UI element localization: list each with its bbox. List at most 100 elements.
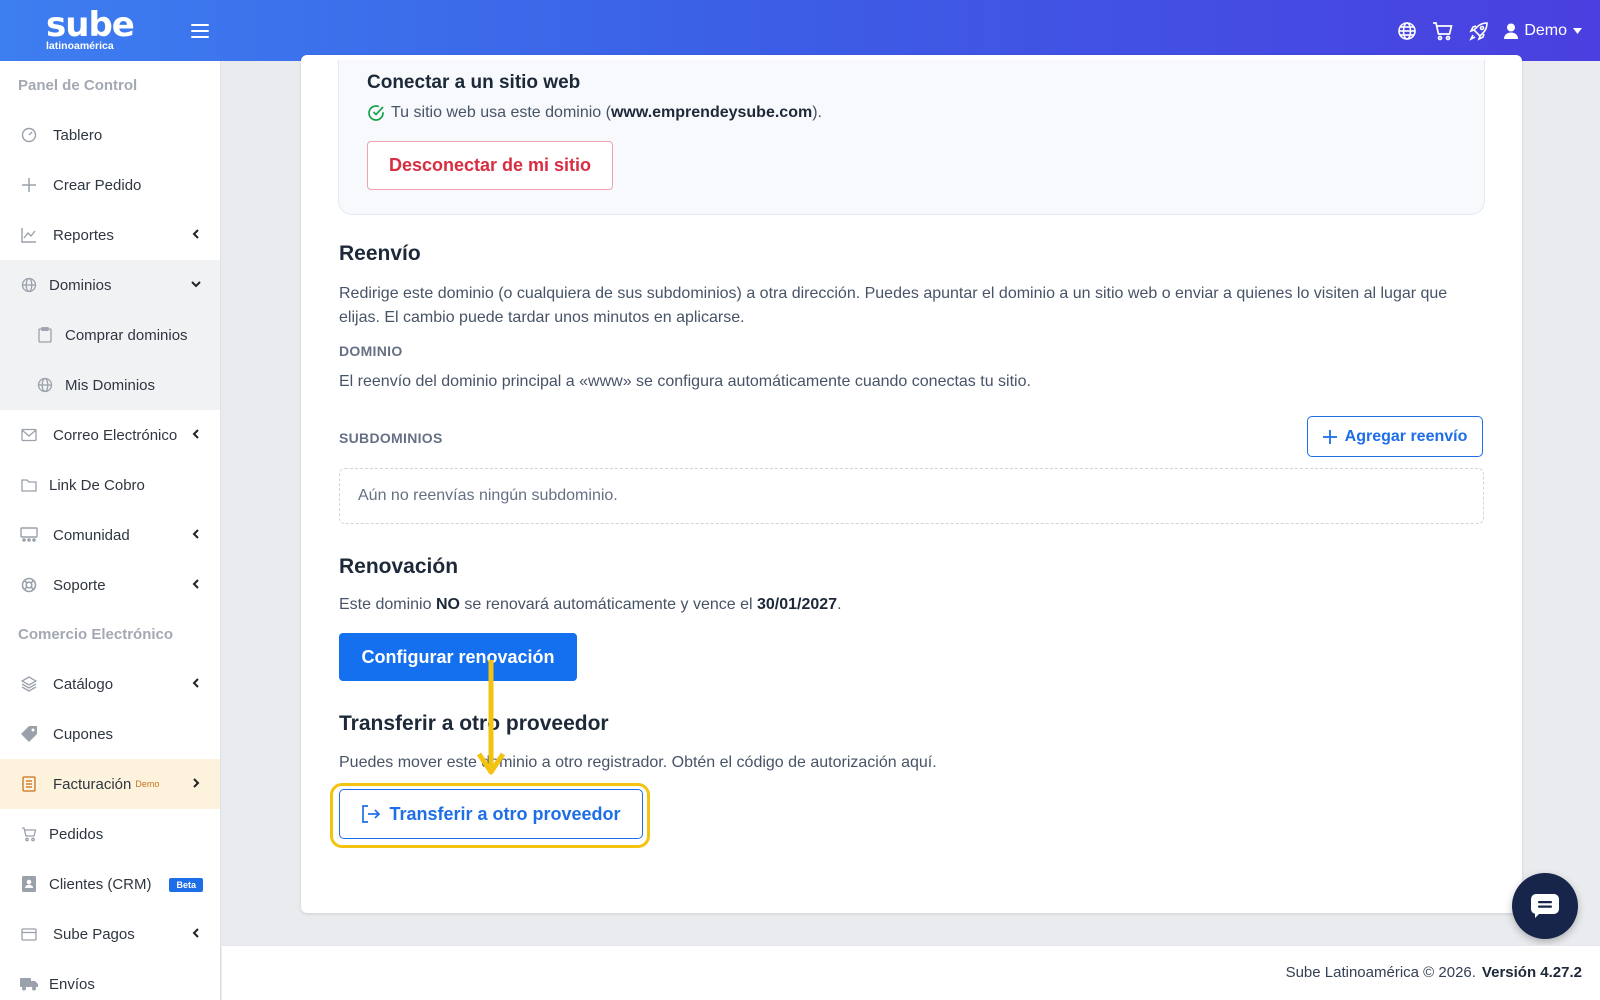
sidebar-item-label: Facturación [53,775,132,793]
sidebar-item-mis-dominios[interactable]: Mis Dominios [0,360,220,410]
transfer-title: Transferir a otro proveedor [339,712,609,735]
sidebar-item-label: Envíos [49,975,95,993]
cart-icon[interactable] [1432,20,1454,42]
invoice-icon [20,775,38,793]
sidebar-item-comunidad[interactable]: Comunidad [0,510,220,560]
add-forwarding-button[interactable]: Agregar reenvío [1307,416,1483,457]
sidebar-item-pedidos[interactable]: Pedidos [0,809,220,859]
sidebar-item-label: Mis Dominios [65,376,156,394]
forwarding-title: Reenvío [339,242,421,265]
community-icon [20,526,38,544]
sidebar-item-label: Crear Pedido [53,176,142,194]
globe-icon [36,376,54,394]
transfer-description: Puedes mover este dominio a otro registr… [339,754,937,771]
logo-main: sube [46,5,135,45]
sidebar-section-ecommerce: Comercio Electrónico [18,626,174,643]
sidebar-item-envios[interactable]: Envíos [0,959,220,1000]
dashboard-icon [20,126,38,144]
globe-icon[interactable] [1396,20,1418,42]
top-navbar: sube latinoamérica Demo [0,0,1600,61]
sidebar-item-clientes[interactable]: Clientes (CRM) Beta [0,859,220,909]
footer: Sube Latinoamérica © 2026. Versión 4.27.2 [222,945,1600,1000]
sidebar-item-facturacion[interactable]: Facturación Demo [0,759,220,809]
plus-icon [1322,429,1337,444]
sidebar-item-label: Comprar dominios [65,326,188,344]
renewal-text-after: . [837,596,842,613]
demo-badge: Demo [135,779,160,789]
sidebar-item-label: Link De Cobro [49,476,145,494]
sidebar-item-label: Soporte [53,576,106,594]
globe-icon [20,276,38,294]
annotation-arrow-icon [476,660,506,775]
chevron-left-icon [192,529,199,539]
expiry-date: 30/01/2027 [756,596,838,613]
chevron-down-icon [191,281,201,288]
chevron-left-icon [192,579,199,589]
sidebar-item-dominios[interactable]: Dominios [0,260,220,310]
sidebar-section-panel: Panel de Control [18,77,138,94]
footer-copyright: Sube Latinoamérica © 2026. [1285,964,1476,981]
sidebar-item-soporte[interactable]: Soporte [0,560,220,610]
sidebar-item-label: Catálogo [53,675,114,693]
lifebuoy-icon [20,576,38,594]
chat-widget-button[interactable] [1512,873,1578,939]
connect-text-after: ). [812,104,822,121]
user-menu[interactable]: Demo [1504,22,1582,40]
transfer-provider-label: Transferir a otro proveedor [389,803,621,824]
sidebar-item-label: Pedidos [49,825,104,843]
sidebar-item-reportes[interactable]: Reportes [0,210,220,260]
layers-icon [20,675,38,693]
chevron-right-icon [193,778,200,788]
truck-icon [20,975,38,993]
renewal-status: Este dominio NO se renovará automáticame… [339,593,842,617]
user-icon [1504,23,1519,39]
clipboard-icon [36,326,54,344]
chat-icon [1531,894,1559,918]
check-circle-icon [368,105,384,121]
sidebar-item-label: Clientes (CRM) [49,875,152,893]
footer-text: Sube Latinoamérica © 2026. Versión 4.27.2 [1286,964,1582,981]
mail-icon [20,426,38,444]
sidebar-item-cupones[interactable]: Cupones [0,709,220,759]
sidebar-item-tablero[interactable]: Tablero [0,110,220,160]
sidebar: Panel de Control Tablero Crear Pedido Re… [0,61,221,1000]
sidebar-item-catalogo[interactable]: Catálogo [0,659,220,709]
renewal-no: NO [435,596,460,613]
disconnect-site-button[interactable]: Desconectar de mi sitio [367,141,613,190]
domain-forwarding-note: El reenvío del dominio principal a «www»… [339,373,1031,390]
credit-card-icon [20,925,38,943]
renewal-text-mid: se renovará automáticamente y vence el [459,596,757,613]
chevron-left-icon [192,229,199,239]
chart-icon [20,226,38,244]
contact-icon [20,875,38,893]
menu-toggle-icon[interactable] [191,24,209,38]
rocket-icon[interactable] [1468,20,1490,42]
sidebar-item-correo[interactable]: Correo Electrónico [0,410,220,460]
forwarding-description: Redirige este dominio (o cualquiera de s… [339,285,1448,326]
sidebar-item-sube-pagos[interactable]: Sube Pagos [0,909,220,959]
renewal-text-before: Este dominio [339,596,436,613]
connect-text-before: Tu sitio web usa este dominio ( [391,104,611,121]
transfer-provider-button[interactable]: Transferir a otro proveedor [339,789,643,839]
sidebar-item-link-cobro[interactable]: Link De Cobro [0,460,220,510]
sidebar-item-label: Comunidad [53,526,130,544]
sidebar-item-crear-pedido[interactable]: Crear Pedido [0,160,220,210]
sidebar-item-label: Sube Pagos [53,925,135,943]
configure-renewal-button[interactable]: Configurar renovación [339,633,577,681]
user-name: Demo [1524,22,1567,39]
cart-icon [20,825,38,843]
sidebar-item-label: Correo Electrónico [53,426,178,444]
caret-down-icon [1573,28,1582,34]
domain-label: DOMINIO [339,343,403,359]
sign-out-icon [362,805,381,823]
chevron-left-icon [192,678,199,688]
subdomains-empty-state: Aún no reenvías ningún subdominio. [339,468,1484,524]
folder-icon [20,476,38,494]
sidebar-item-label: Cupones [53,725,114,743]
sidebar-item-label: Reportes [53,226,114,244]
plus-icon [20,176,38,194]
sidebar-item-comprar-dominios[interactable]: Comprar dominios [0,310,220,360]
connected-domain: www.emprendeysube.com [610,104,813,121]
connect-site-title: Conectar a un sitio web [367,72,581,93]
logo[interactable]: sube latinoamérica [46,5,135,54]
